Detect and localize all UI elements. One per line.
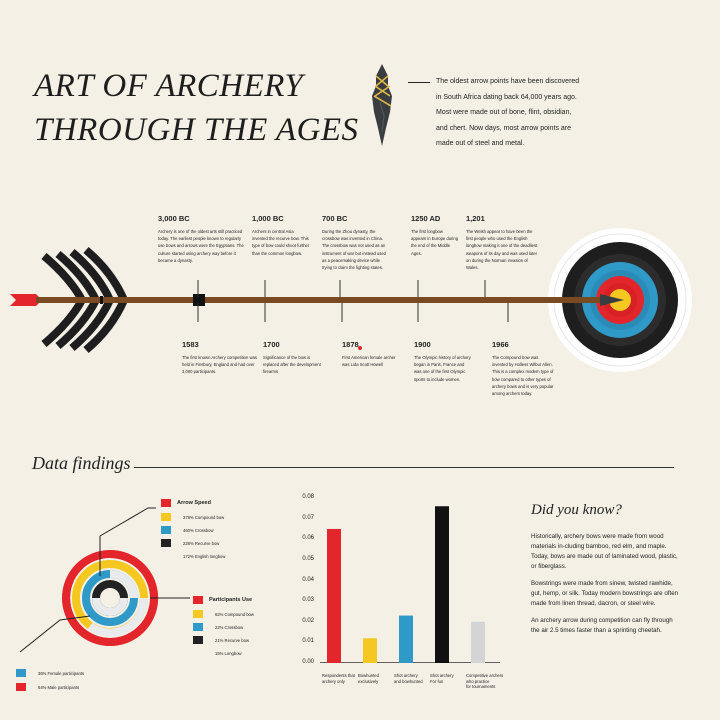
y-tick-label: 0.05 [302, 555, 314, 562]
timeline-event: 1878 First American female archer was Li… [342, 340, 398, 368]
timeline-event: 1,201 The Welsh appear to have been the … [466, 214, 538, 271]
legend-swatch [161, 499, 171, 507]
x-tick-label: Bowhunted exclusively [358, 673, 379, 684]
legend-item: 36% Female participants [38, 670, 85, 676]
bar-chart: 0.08 0.07 0.06 0.05 0.04 0.03 0.02 0.01 0.00 Res… [290, 490, 510, 705]
legend-swatch [193, 636, 203, 644]
event-text: Archers in central Asia invented the rec… [252, 229, 310, 256]
x-tick-label: Competitive archers who practice for tourn… [466, 673, 504, 689]
y-tick-label: 0.01 [302, 638, 314, 645]
arrow-shaft [36, 297, 606, 303]
legend-item: 228% Recurve bow [183, 540, 220, 546]
legend-item: 378% Compound bow [183, 514, 225, 520]
event-text: The Compound bow was invented by Holless… [492, 355, 554, 397]
data-findings-title: Data findings [32, 453, 131, 473]
y-tick-label: 0.03 [302, 597, 314, 604]
timeline-event: 700 BC During the Zhou dynasty, the cros… [322, 214, 388, 271]
event-text: During the Zhou dynasty, the crossbow wa… [322, 229, 387, 271]
timeline-event: 1250 AD The first longbow appears in Eur… [411, 214, 459, 257]
event-text: First American female archer was Lida Sc… [342, 355, 396, 368]
event-year: 1,201 [466, 214, 485, 223]
legend-item: 64% Male participants [38, 684, 80, 690]
y-tick-label: 0.04 [302, 576, 314, 583]
arrowhead-icon [372, 64, 392, 146]
y-tick-label: 0.02 [302, 617, 314, 624]
intro-text: The oldest arrow points have been discov… [436, 78, 580, 147]
event-text: The first longbow appears in Europe duri… [411, 229, 459, 256]
fact-paragraph: Historically, archery bows were made fro… [531, 533, 678, 570]
bar-3 [399, 615, 413, 663]
bar-4 [435, 506, 449, 663]
legend-title: Arrow Speed [177, 500, 211, 506]
timeline-event: 1900 The Olympic history of archery bega… [414, 340, 472, 383]
x-tick-label: Shot archery and bowhunted [394, 673, 423, 684]
legend-item: 460% Crossbow [183, 527, 214, 533]
legend-item: 21% Recurve bow [215, 637, 249, 643]
x-tick-label: Shot archery For fun [430, 673, 454, 684]
intro-connector-line [408, 82, 430, 83]
event-year: 1250 AD [411, 214, 441, 223]
legend-item: 62% Compound bow [215, 611, 254, 617]
timeline-event: 1,000 BC Archers in central Asia invente… [252, 214, 310, 257]
event-text: Significance of the bow is replaced afte… [263, 355, 321, 375]
event-text: Archery is one of the oldest arts still … [158, 229, 244, 263]
legend-swatch [161, 513, 171, 521]
bar-5 [471, 621, 485, 663]
legend-swatch [193, 623, 203, 631]
event-text: The Olympic history of archery began in … [414, 355, 471, 382]
x-tick-label: Respondents that archery only [322, 673, 355, 684]
event-year: 1583 [182, 340, 199, 349]
legend-swatch [16, 669, 26, 677]
data-findings-divider [134, 467, 674, 468]
event-year: 1,000 BC [252, 214, 284, 223]
event-year: 3,000 BC [158, 214, 190, 223]
event-year: 1900 [414, 340, 431, 349]
gender-legend: 36% Female participants 64% Male partici… [16, 669, 136, 691]
timeline-event: 1583 The first known Archery competition… [182, 340, 260, 376]
timeline-event: 3,000 BC Archery is one of the oldest ar… [158, 214, 248, 264]
bar-2 [363, 638, 377, 663]
title-line-1: ART OF ARCHERY [34, 68, 304, 104]
legend-item: 22% Crossbow [215, 624, 244, 630]
y-tick-label: 0.07 [302, 514, 314, 521]
legend-swatch [193, 610, 203, 618]
event-year: 700 BC [322, 214, 348, 223]
legend-swatch [161, 539, 171, 547]
legend-swatch [193, 596, 203, 604]
bar-1 [327, 528, 341, 663]
event-year: 1700 [263, 340, 280, 349]
fact-paragraph: An archery arrow during competition can … [531, 617, 673, 634]
y-tick-label: 0.00 [302, 659, 314, 665]
legend-swatch [161, 526, 171, 534]
did-you-know-text: Historically, archery bows were made fro… [531, 532, 681, 643]
event-text: The Welsh appear to have been the first … [466, 229, 538, 271]
timeline-event: 1966 The Compound bow was invented by Ho… [492, 340, 554, 397]
did-you-know-title: Did you know? [531, 502, 622, 518]
event-year: 1878 [342, 340, 359, 349]
fact-paragraph: Bowstrings were made from sinew, twisted… [531, 580, 679, 607]
event-year: 1966 [492, 340, 509, 349]
legend-swatch [16, 683, 26, 691]
y-tick-label: 0.06 [302, 535, 314, 542]
legend-item: 172% English longbow [183, 553, 226, 559]
event-text: The first known Archery competition was … [182, 355, 257, 375]
bar-chart-plot [320, 506, 500, 663]
timeline-event: 1700 Significance of the bow is replaced… [263, 340, 323, 376]
legend-item: 15% Longbow [215, 650, 242, 656]
legend-title: Participants Use [209, 597, 253, 603]
arrow-speed-legend: Arrow Speed 378% Compound bow 460% Cross… [161, 499, 281, 560]
title-line-2: THROUGH THE AGES [34, 112, 359, 148]
y-tick-label: 0.08 [302, 494, 314, 500]
page-title: ART OF ARCHERY THROUGH THE AGES [34, 64, 359, 152]
